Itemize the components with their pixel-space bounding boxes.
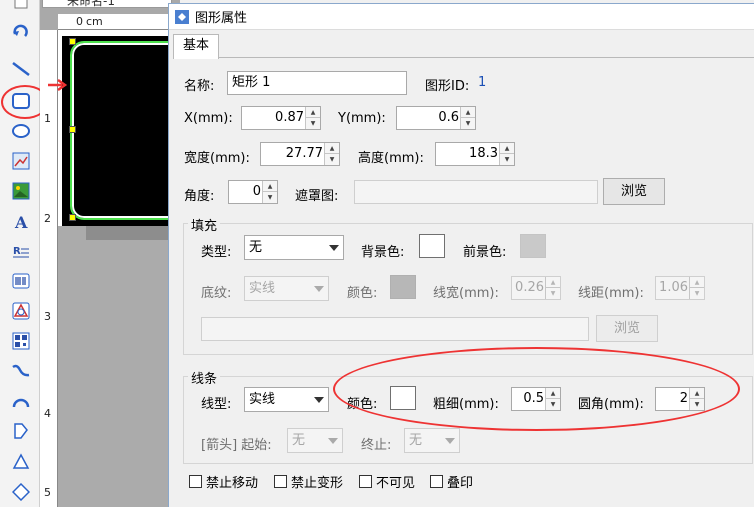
document-tab[interactable]: 未命名-1 [42, 0, 172, 8]
stroke-group-title: 线条 [188, 368, 221, 387]
text-tool-icon[interactable]: A [10, 211, 32, 233]
angle-label: 角度: [184, 189, 215, 204]
chevron-down-icon [324, 429, 342, 452]
fgcolor-swatch[interactable] [520, 234, 546, 258]
arrow-end-select[interactable]: 无 [404, 428, 460, 453]
ruler-label: 3 [44, 310, 51, 323]
stroke-type-select[interactable]: 实线 [244, 387, 329, 412]
diamond-tool-icon[interactable] [10, 481, 32, 503]
lock-move-checkbox[interactable]: 禁止移动 [189, 472, 258, 491]
shape-properties-dialog: 图形属性 基本 名称: 矩形 1 图形ID: 1 X(mm): 0.87 ▲ ▼ … [168, 3, 754, 507]
mask-label: 遮罩图: [295, 189, 339, 204]
resize-handle[interactable] [69, 126, 76, 133]
barcode-tool-icon[interactable] [10, 270, 32, 292]
chevron-down-icon [441, 429, 459, 452]
stroke-type-label: 线型: [201, 397, 232, 412]
curve-tool-icon[interactable] [10, 360, 32, 382]
left-ruler: 1 2 3 4 5 [40, 30, 58, 507]
dialog-title: 图形属性 [195, 11, 248, 26]
ruler-label: 1 [44, 112, 51, 125]
overprint-checkbox[interactable]: 叠印 [430, 472, 473, 491]
mask-browse-button[interactable]: 浏览 [603, 178, 665, 205]
fill-type-select[interactable]: 无 [244, 235, 344, 260]
arrow-end-label: 终止: [361, 438, 392, 453]
fill-image-path-input[interactable] [201, 317, 589, 341]
fgcolor-label: 前景色: [463, 245, 507, 260]
fill-color-label: 颜色: [347, 286, 378, 301]
texture-select[interactable]: 实线 [244, 276, 329, 301]
ruler-label: 2 [44, 212, 51, 225]
bgcolor-swatch[interactable] [419, 234, 445, 258]
name-input[interactable]: 矩形 1 [227, 71, 407, 95]
y-stepper[interactable]: 0.6 ▲ ▼ [396, 106, 476, 130]
svg-text:R: R [13, 246, 21, 257]
tool-palette: A R [0, 0, 49, 507]
shape-tool-icon[interactable] [10, 300, 32, 322]
tab-basic[interactable]: 基本 [173, 34, 219, 59]
ruler-label: cm [86, 15, 103, 28]
chevron-down-icon [310, 388, 328, 411]
fill-linespace-label: 线距(mm): [578, 286, 644, 301]
x-label: X(mm): [184, 111, 233, 126]
fill-linespace-stepper[interactable]: 1.06 ▲ ▼ [655, 276, 705, 300]
line-tool-icon[interactable] [10, 58, 32, 80]
chevron-down-icon [325, 236, 343, 259]
chevron-down-icon [310, 277, 328, 300]
ruler-label: 5 [44, 486, 51, 499]
height-stepper[interactable]: 18.3 ▲ ▼ [435, 142, 515, 166]
pointer-tool-icon[interactable] [10, 0, 32, 16]
height-label: 高度(mm): [358, 151, 424, 166]
shape-id-label: 图形ID: [425, 79, 470, 94]
rotate-tool-icon[interactable] [10, 21, 32, 43]
bgcolor-label: 背景色: [361, 245, 405, 260]
red-arrow-icon [48, 79, 68, 91]
image-tool-icon[interactable] [10, 150, 32, 172]
x-stepper[interactable]: 0.87 ▲ ▼ [241, 106, 321, 130]
arc-tool-icon[interactable] [10, 390, 32, 412]
resize-handle[interactable] [69, 38, 76, 45]
resize-handle[interactable] [69, 214, 76, 221]
fill-color-swatch[interactable] [390, 275, 416, 299]
shape-id-value: 1 [478, 75, 487, 90]
width-label: 宽度(mm): [184, 151, 250, 166]
fill-linewidth-label: 线宽(mm): [433, 286, 499, 301]
triangle-tool-icon[interactable] [10, 451, 32, 473]
qrcode-tool-icon[interactable] [10, 330, 32, 352]
dialog-titlebar[interactable]: 图形属性 [169, 4, 754, 30]
app-icon [175, 9, 189, 24]
arrow-start-select[interactable]: 无 [287, 428, 343, 453]
svg-text:A: A [14, 213, 28, 231]
tab-strip: 基本 [173, 34, 754, 59]
ruler-label: 4 [44, 407, 51, 420]
ellipse-tool-icon[interactable] [10, 120, 32, 142]
fill-group-title: 填充 [188, 215, 221, 234]
fill-browse-button[interactable]: 浏览 [596, 315, 658, 342]
angle-stepper[interactable]: 0 ▲ ▼ [228, 180, 278, 204]
name-label: 名称: [184, 79, 215, 94]
arrow-start-label: [箭头] 起始: [201, 438, 272, 453]
invisible-checkbox[interactable]: 不可见 [359, 472, 415, 491]
fill-type-label: 类型: [201, 245, 232, 260]
design-canvas[interactable]: 未命名-1 0 cm 1 1 2 3 4 5 [40, 0, 180, 507]
texture-label: 底纹: [201, 286, 232, 301]
stroke-settings-highlight [333, 347, 740, 431]
ruler-label: 0 [76, 15, 83, 28]
fill-linewidth-stepper[interactable]: 0.26 ▲ ▼ [511, 276, 561, 300]
y-label: Y(mm): [338, 111, 386, 126]
lock-resize-checkbox[interactable]: 禁止变形 [274, 472, 343, 491]
width-stepper[interactable]: 27.77 ▲ ▼ [260, 142, 340, 166]
top-ruler: 0 cm 1 [58, 14, 180, 30]
rounded-rectangle-outline [70, 41, 180, 220]
picture-tool-icon[interactable] [10, 180, 32, 202]
polyline-tool-icon[interactable] [10, 420, 32, 442]
mask-image-input[interactable] [354, 180, 598, 204]
multiline-text-tool-icon[interactable]: R [10, 241, 32, 263]
